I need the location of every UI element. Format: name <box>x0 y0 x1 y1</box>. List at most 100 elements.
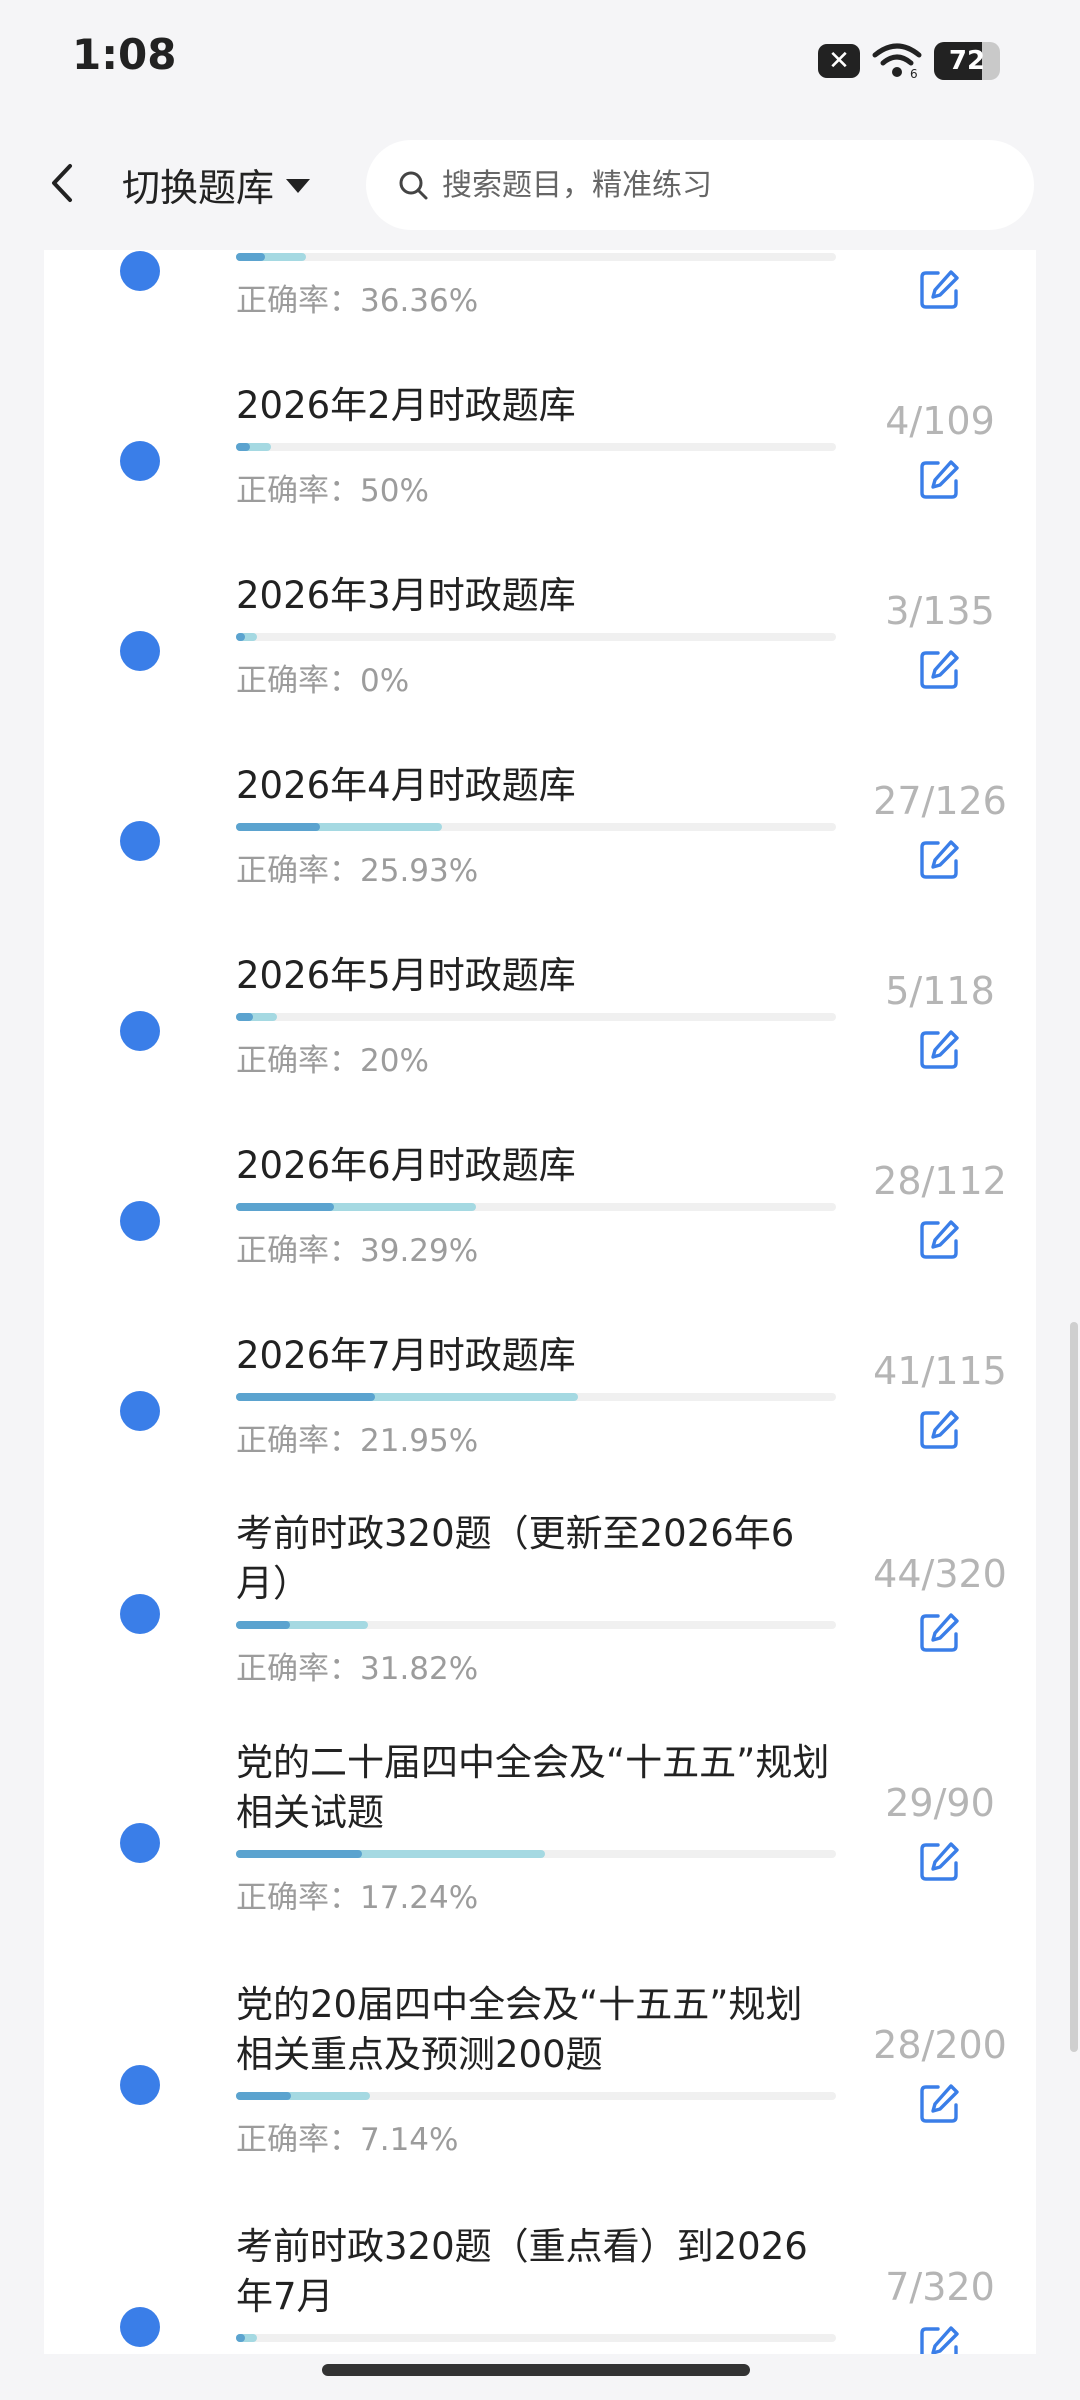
bank-answered-count: 28/112 <box>873 1159 1007 1203</box>
bank-title: 2026年4月时政题库 <box>236 764 576 807</box>
progress-correct-fill <box>236 1393 376 1401</box>
bank-progress-summary: 28/200 <box>844 2023 1036 2125</box>
bank-status-dot <box>120 2065 160 2105</box>
question-bank-item[interactable]: 2026年2月时政题库 正确率：50% 4/109 <box>44 366 1036 556</box>
bank-progress-bar <box>236 2092 836 2100</box>
question-bank-item[interactable]: 2026年3月时政题库 正确率：0% 3/135 <box>44 556 1036 746</box>
bank-title: 2026年5月时政题库 <box>236 954 576 997</box>
question-bank-item[interactable]: 2026年7月时政题库正确率：21.95% 41/115 <box>44 1316 1036 1506</box>
status-bar: 1:08 ✕ 6 72 <box>0 0 1080 120</box>
bank-progress-summary: 29/90 <box>844 1781 1036 1883</box>
bank-info: 2026年1月时政题库正确率：36.36% <box>236 250 836 320</box>
bank-accuracy: 正确率：36.36% <box>236 283 479 319</box>
bank-accuracy: 正确率：39.29% <box>236 1233 479 1269</box>
bank-info: 党的20届四中全会及“十五五”规划相关重点及预测200题 正确率：7.14% <box>236 1980 836 2159</box>
progress-correct-fill <box>236 1203 334 1211</box>
bank-progress-summary: 41/115 <box>844 1349 1036 1451</box>
edit-icon[interactable] <box>918 1610 962 1654</box>
switch-question-bank-label: 切换题库 <box>122 165 275 210</box>
search-input[interactable] <box>440 166 1004 204</box>
bank-accuracy: 正确率：25.93% <box>236 853 479 889</box>
question-bank-item[interactable]: 2026年4月时政题库 正确率：25.93% 27/126 <box>44 746 1036 936</box>
bank-progress-bar <box>236 253 836 261</box>
question-bank-item[interactable]: 2026年6月时政题库正确率：39.29% 28/112 <box>44 1126 1036 1316</box>
bank-answered-count: 41/115 <box>873 1349 1007 1393</box>
bank-answered-count: 11/150 <box>844 250 1036 253</box>
scrollbar[interactable] <box>1070 1322 1078 2052</box>
bank-progress-summary: 28/112 <box>844 1159 1036 1261</box>
bank-progress-bar <box>236 2334 836 2342</box>
bank-title: 2026年2月时政题库 <box>236 384 576 427</box>
question-bank-item[interactable]: 2026年5月时政题库正确率：20% 5/118 <box>44 936 1036 1126</box>
bank-answered-count: 28/200 <box>873 2023 1007 2067</box>
bank-title: 考前时政320题（更新至2026年6月） <box>236 1512 795 1605</box>
bank-progress-bar <box>236 1393 836 1401</box>
question-bank-list-inner: 2026年1月时政题库正确率：36.36%11/1502026年2月时政题库正确… <box>44 250 1036 2354</box>
bank-status-dot <box>120 1201 160 1241</box>
progress-correct-fill <box>236 1013 253 1021</box>
bank-accuracy: 正确率：20% <box>236 1043 429 1079</box>
bank-status-dot <box>120 631 160 671</box>
edit-icon[interactable] <box>918 2323 962 2354</box>
bank-progress-summary: 5/118 <box>844 969 1036 1071</box>
bank-status-dot <box>120 1594 160 1634</box>
edit-icon[interactable] <box>918 1027 962 1071</box>
bank-status-dot <box>120 1823 160 1863</box>
bank-answered-count: 29/90 <box>885 1781 995 1825</box>
edit-icon[interactable] <box>918 647 962 691</box>
bank-status-dot <box>120 2307 160 2347</box>
bank-info: 党的二十届四中全会及“十五五”规划相关试题正确率：17.24% <box>236 1738 836 1917</box>
edit-icon[interactable] <box>918 2081 962 2125</box>
bank-title: 2026年3月时政题库 <box>236 574 576 617</box>
edit-icon[interactable] <box>918 1407 962 1451</box>
caret-down-icon <box>286 179 311 193</box>
bank-accuracy: 正确率：21.95% <box>236 1423 479 1459</box>
home-indicator[interactable] <box>322 2364 750 2376</box>
search-bar[interactable] <box>366 140 1034 230</box>
battery-icon: 72 <box>934 42 1000 80</box>
bank-info: 2026年3月时政题库 正确率：0% <box>236 571 836 700</box>
status-icons: ✕ 6 72 <box>818 40 1000 82</box>
bank-progress-summary: 44/320 <box>844 1552 1036 1654</box>
svg-text:6: 6 <box>910 67 918 79</box>
bank-info: 2026年7月时政题库正确率：21.95% <box>236 1331 836 1460</box>
bank-info: 2026年2月时政题库正确率：50% <box>236 381 836 510</box>
bank-title: 2026年7月时政题库 <box>236 1334 576 1377</box>
edit-icon[interactable] <box>918 1217 962 1261</box>
question-bank-item[interactable]: 2026年1月时政题库正确率：36.36% 11/150 <box>44 250 1036 366</box>
edit-icon[interactable] <box>918 267 962 311</box>
bank-title: 党的二十届四中全会及“十五五”规划相关试题 <box>236 1741 830 1834</box>
bank-accuracy: 正确率：17.24% <box>236 1880 479 1916</box>
bank-answered-count: 7/320 <box>885 2265 995 2309</box>
back-arrow-icon[interactable] <box>42 158 82 208</box>
bank-accuracy: 正确率：50% <box>236 473 429 509</box>
bank-progress-bar <box>236 633 836 641</box>
question-bank-item[interactable]: 考前时政320题（重点看）到2026年7月 7/320 <box>44 2206 1036 2354</box>
bank-answered-count: 5/118 <box>885 969 995 1013</box>
edit-icon[interactable] <box>918 457 962 501</box>
bank-status-dot <box>120 1391 160 1431</box>
bank-progress-bar <box>236 1850 836 1858</box>
bank-progress-summary: 7/320 <box>844 2265 1036 2354</box>
progress-correct-fill <box>236 2334 245 2342</box>
question-bank-item[interactable]: 党的20届四中全会及“十五五”规划相关重点及预测200题 正确率：7.14% 28/… <box>44 1964 1036 2206</box>
question-bank-list: 2026年1月时政题库正确率：36.36%11/1502026年2月时政题库正确… <box>44 250 1036 2354</box>
bank-info: 2026年6月时政题库正确率：39.29% <box>236 1141 836 1270</box>
bank-title: 2026年6月时政题库 <box>236 1144 576 1187</box>
switch-question-bank-button[interactable]: 切换题库 <box>122 156 311 212</box>
bank-answered-count: 44/320 <box>873 1552 1007 1596</box>
edit-icon[interactable] <box>918 1839 962 1883</box>
bank-info: 2026年4月时政题库正确率：25.93% <box>236 761 836 890</box>
progress-correct-fill <box>236 1850 362 1858</box>
question-bank-item[interactable]: 考前时政320题（更新至2026年6月） 正确率：31.82% 44/320 <box>44 1506 1036 1722</box>
bank-title: 考前时政320题（重点看）到2026年7月 <box>236 2225 808 2318</box>
bank-accuracy: 正确率：31.82% <box>236 1651 479 1687</box>
progress-correct-fill <box>236 823 320 831</box>
bank-progress-bar <box>236 1621 836 1629</box>
edit-icon[interactable] <box>918 837 962 881</box>
bank-info: 考前时政320题（更新至2026年6月） 正确率：31.82% <box>236 1509 836 1688</box>
question-bank-item[interactable]: 党的二十届四中全会及“十五五”规划相关试题正确率：17.24% 29/90 <box>44 1722 1036 1964</box>
notification-close-icon: ✕ <box>818 44 860 78</box>
bank-answered-count: 3/135 <box>885 589 995 633</box>
bank-progress-bar <box>236 1013 836 1021</box>
